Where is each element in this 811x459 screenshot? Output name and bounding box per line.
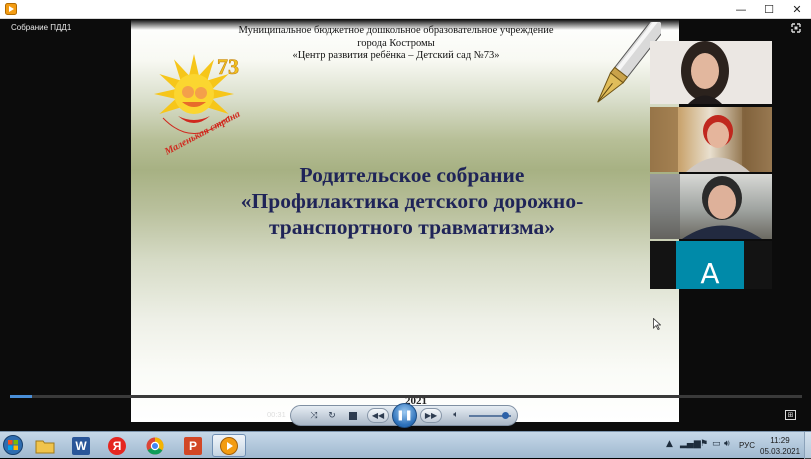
volume-slider[interactable] — [469, 412, 511, 419]
title-bar: — ☐ ✕ — [0, 0, 811, 19]
presentation-slide: Муниципальное бюджетное дошкольное образ… — [131, 20, 679, 422]
slide-organization: Муниципальное бюджетное дошкольное образ… — [201, 25, 591, 63]
participant-video-3[interactable] — [650, 174, 772, 239]
fullscreen-toggle-icon[interactable] — [791, 23, 801, 33]
org-line: города Костромы — [357, 37, 435, 49]
heading-line: «Профилактика детского дорожно- — [240, 189, 584, 213]
word-icon: W — [72, 436, 90, 455]
window-controls: — ☐ ✕ — [727, 0, 811, 19]
participant-video-2[interactable] — [650, 107, 772, 172]
participant-avatar: A — [676, 241, 744, 289]
taskbar-word[interactable]: W — [64, 434, 98, 457]
participant-tile-4[interactable]: A — [650, 241, 772, 289]
org-line: Муниципальное бюджетное дошкольное образ… — [238, 25, 554, 36]
input-language[interactable]: РУС — [739, 441, 755, 450]
show-desktop-button[interactable] — [804, 432, 811, 459]
slide-heading: Родительское собрание «Профилактика детс… — [161, 162, 663, 240]
stop-button[interactable] — [349, 412, 357, 420]
volume-tray-icon[interactable]: 🔊︎ — [724, 439, 730, 449]
heading-line: Родительское собрание — [299, 163, 525, 187]
explorer-icon — [35, 440, 55, 453]
next-button[interactable]: ▶▶ — [420, 408, 442, 423]
media-player-window: — ☐ ✕ Собрание ПДД1 Муниципальное бюджет… — [0, 0, 811, 459]
powerpoint-icon: P — [184, 436, 202, 455]
repeat-icon[interactable]: ↻ — [325, 410, 339, 422]
participant-3-portrait-icon — [650, 174, 762, 239]
volume-icon[interactable]: 🔈︎ — [449, 409, 463, 421]
taskbar: W Я P ▲ ▂▄▆ ⚑ ▭ 🔊︎ РУС 11:29 05.03.2021 — [0, 431, 811, 459]
volume-thumb[interactable] — [501, 412, 509, 419]
media-player-app-icon — [5, 3, 17, 15]
participant-video-1[interactable] — [650, 41, 772, 104]
close-button[interactable]: ✕ — [783, 0, 811, 19]
kindergarten-logo-icon: 73 Маленькая страна — [154, 54, 242, 156]
media-player-icon — [220, 436, 238, 455]
chrome-icon — [146, 437, 164, 455]
svg-text:Маленькая страна: Маленькая страна — [162, 109, 242, 156]
flag-icon[interactable]: ⚑ — [700, 439, 708, 449]
mouse-cursor-icon — [653, 318, 661, 330]
participant-2-portrait-icon — [650, 107, 772, 172]
heading-line: транспортного травматизма» — [268, 215, 556, 239]
show-hidden-icons[interactable]: ▲ — [666, 439, 673, 449]
participant-1-portrait-icon — [650, 41, 772, 104]
org-line: «Центр развития ребёнка – Детский сад №7… — [292, 50, 500, 61]
seek-bar[interactable] — [10, 395, 802, 398]
start-button[interactable] — [3, 435, 23, 455]
taskbar-yandex[interactable]: Я — [100, 434, 134, 457]
seek-progress — [10, 395, 33, 398]
system-clock[interactable]: 11:29 05.03.2021 — [760, 435, 800, 457]
minimize-button[interactable]: — — [727, 0, 755, 19]
svg-text:73: 73 — [217, 54, 239, 79]
current-time: 00:31 — [267, 410, 286, 419]
control-pill: ⤨ ↻ ◀◀ ❚❚ ▶▶ 🔈︎ — [290, 403, 518, 428]
taskbar-media-player[interactable] — [212, 434, 246, 457]
clock-date: 05.03.2021 — [760, 447, 801, 456]
media-title: Собрание ПДД1 — [11, 23, 72, 32]
yandex-icon: Я — [108, 436, 126, 455]
player-area: Собрание ПДД1 Муниципальное бюджетное до… — [0, 19, 811, 431]
display-icon[interactable]: ▭ — [712, 439, 721, 449]
switch-to-library-button[interactable]: ⊞ — [785, 410, 796, 420]
playback-controls: 00:31 ⤨ ↻ ◀◀ ❚❚ ▶▶ 🔈︎ ⊞ — [0, 402, 811, 431]
pause-button[interactable]: ❚❚ — [392, 403, 417, 428]
previous-button[interactable]: ◀◀ — [367, 408, 389, 423]
taskbar-chrome[interactable] — [138, 434, 172, 457]
clock-time: 11:29 — [770, 436, 790, 445]
participant-tiles: A — [650, 41, 772, 289]
taskbar-powerpoint[interactable]: P — [176, 434, 210, 457]
taskbar-explorer[interactable] — [28, 434, 62, 457]
shuffle-icon[interactable]: ⤨ — [307, 410, 321, 422]
maximize-button[interactable]: ☐ — [755, 0, 783, 19]
network-icon[interactable]: ▂▄▆ — [680, 439, 701, 449]
